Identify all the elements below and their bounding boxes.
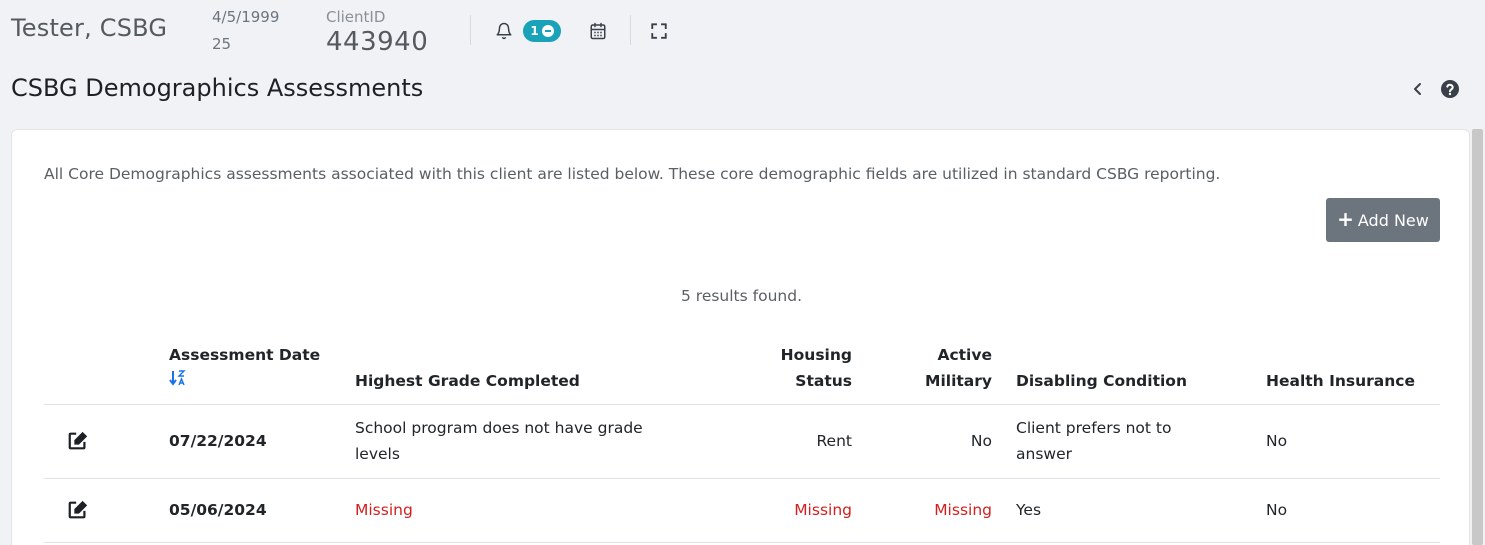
assessment-date: 07/22/2024 bbox=[169, 432, 267, 450]
client-dob: 4/5/1999 bbox=[212, 8, 280, 26]
client-header: Tester, CSBG 4/5/1999 25 ClientID 443940… bbox=[0, 0, 1485, 66]
highest-grade: Missing bbox=[355, 501, 413, 519]
add-new-button[interactable]: + Add New bbox=[1326, 198, 1440, 242]
sort-asc-icon[interactable] bbox=[169, 368, 187, 388]
column-header-highest-grade[interactable]: Highest Grade Completed bbox=[355, 368, 580, 394]
client-id-value: 443940 bbox=[326, 27, 429, 57]
column-header-active-military[interactable]: Active Military bbox=[892, 342, 992, 394]
health-insurance: No bbox=[1266, 432, 1288, 450]
housing-status: Missing bbox=[794, 501, 852, 519]
column-header-assessment-date[interactable]: Assessment Date bbox=[169, 342, 320, 388]
assessments-card: All Core Demographics assessments associ… bbox=[11, 129, 1470, 545]
divider bbox=[470, 15, 471, 45]
column-header-disabling-condition[interactable]: Disabling Condition bbox=[1016, 368, 1187, 394]
notification-badge[interactable]: 1 bbox=[523, 20, 561, 42]
help-icon[interactable] bbox=[1440, 79, 1460, 99]
minus-circle-icon bbox=[541, 25, 554, 37]
divider bbox=[630, 15, 631, 45]
chevron-left-icon[interactable] bbox=[1410, 79, 1426, 99]
client-id-label: ClientID bbox=[326, 8, 386, 26]
scrollbar-thumb[interactable] bbox=[1472, 129, 1483, 545]
add-new-label: Add New bbox=[1357, 210, 1429, 230]
active-military: No bbox=[970, 432, 992, 450]
active-military: Missing bbox=[934, 501, 992, 519]
results-count: 5 results found. bbox=[681, 287, 802, 305]
page-title: CSBG Demographics Assessments bbox=[11, 74, 424, 102]
highest-grade: School program does not have grade level… bbox=[355, 419, 643, 463]
header-divider bbox=[44, 404, 1440, 405]
assessment-date: 05/06/2024 bbox=[169, 501, 267, 519]
bell-icon[interactable] bbox=[493, 20, 515, 42]
edit-icon[interactable] bbox=[67, 430, 89, 452]
client-age: 25 bbox=[212, 35, 232, 53]
column-header-housing-status[interactable]: Housing Status bbox=[752, 342, 852, 394]
disabling-condition: Yes bbox=[1016, 501, 1042, 519]
row-divider bbox=[44, 478, 1440, 479]
health-insurance: No bbox=[1266, 501, 1288, 519]
column-header-health-insurance[interactable]: Health Insurance bbox=[1266, 368, 1415, 394]
notification-count: 1 bbox=[530, 24, 539, 38]
client-name: Tester, CSBG bbox=[11, 14, 168, 42]
disabling-condition: Client prefers not to answer bbox=[1016, 419, 1172, 463]
fullscreen-icon[interactable] bbox=[648, 20, 670, 42]
calendar-icon[interactable] bbox=[587, 20, 609, 42]
intro-text: All Core Demographics assessments associ… bbox=[44, 165, 1221, 183]
row-divider bbox=[44, 542, 1440, 543]
housing-status: Rent bbox=[816, 432, 852, 450]
edit-icon[interactable] bbox=[67, 499, 89, 521]
plus-icon: + bbox=[1337, 207, 1354, 231]
